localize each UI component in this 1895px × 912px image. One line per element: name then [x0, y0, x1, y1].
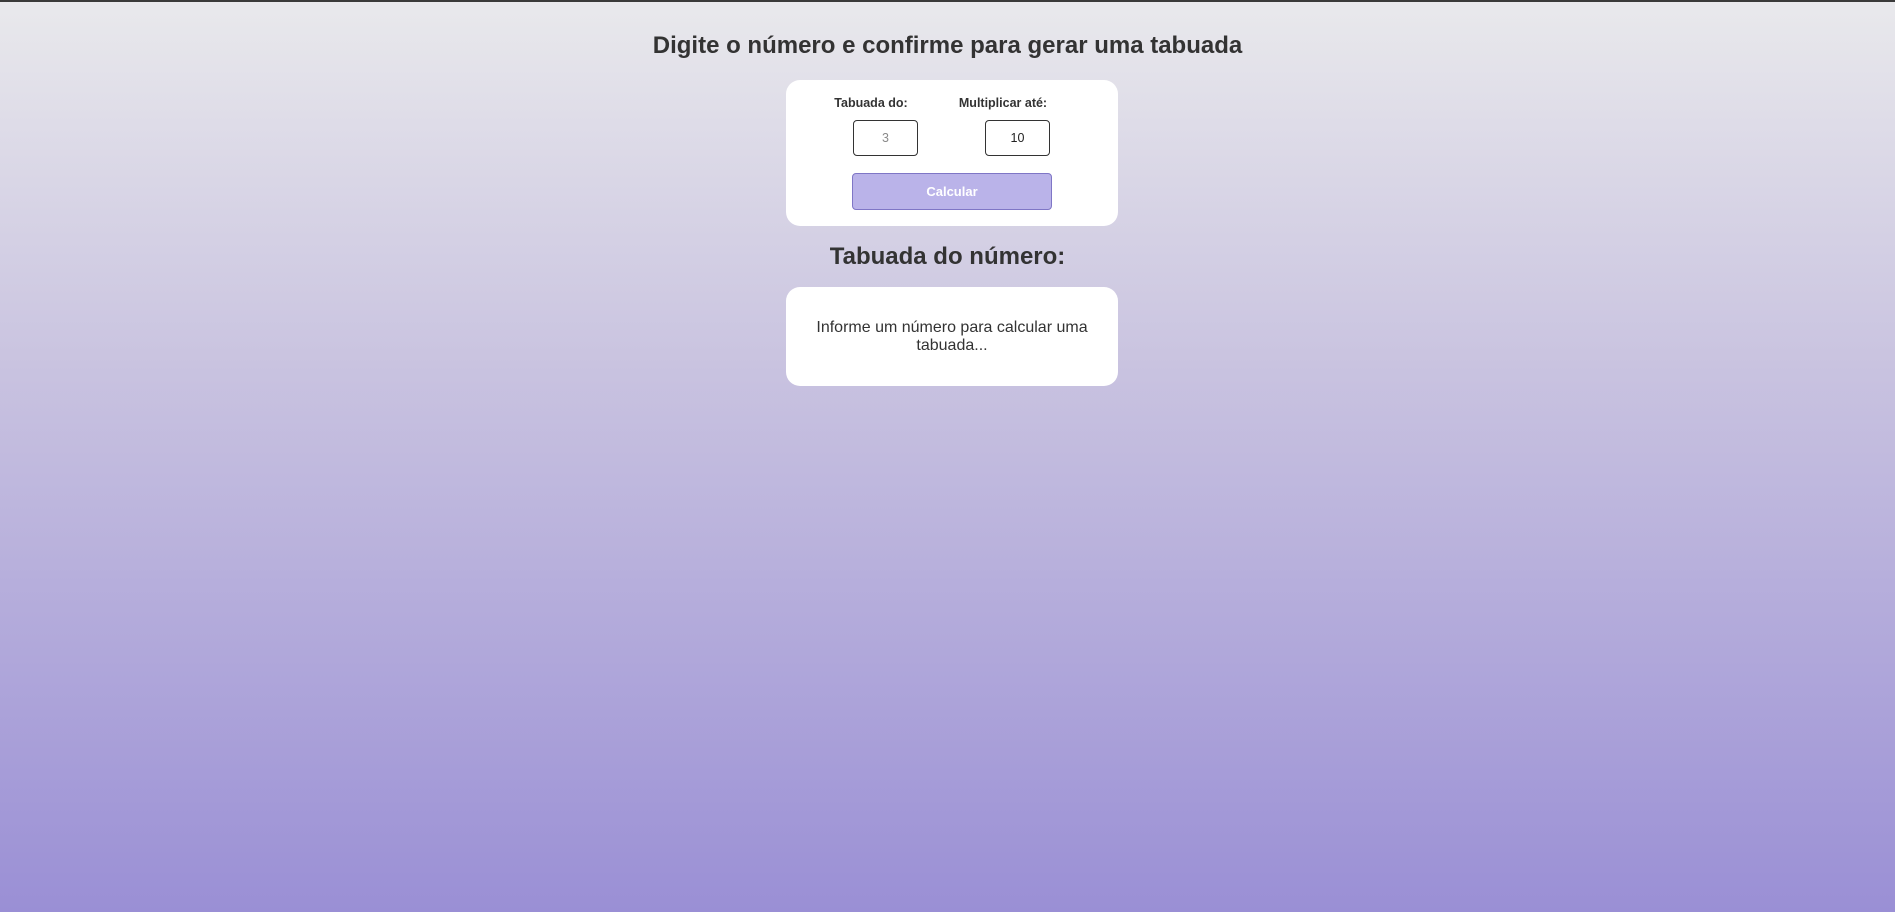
calculate-button[interactable]: Calcular: [852, 173, 1052, 210]
table-number-input[interactable]: [853, 120, 918, 156]
multiply-limit-input[interactable]: [985, 120, 1050, 156]
multiply-limit-label: Multiplicar até:: [958, 96, 1048, 110]
result-title: Tabuada do número:: [829, 243, 1066, 270]
result-card: Informe um número para calcular uma tabu…: [786, 287, 1118, 386]
page-title: Digite o número e confirme para gerar um…: [652, 32, 1243, 59]
result-message: Informe um número para calcular uma tabu…: [816, 318, 1088, 354]
form-card: Tabuada do: Multiplicar até: Calcular: [786, 80, 1118, 226]
table-number-label: Tabuada do:: [834, 96, 908, 110]
